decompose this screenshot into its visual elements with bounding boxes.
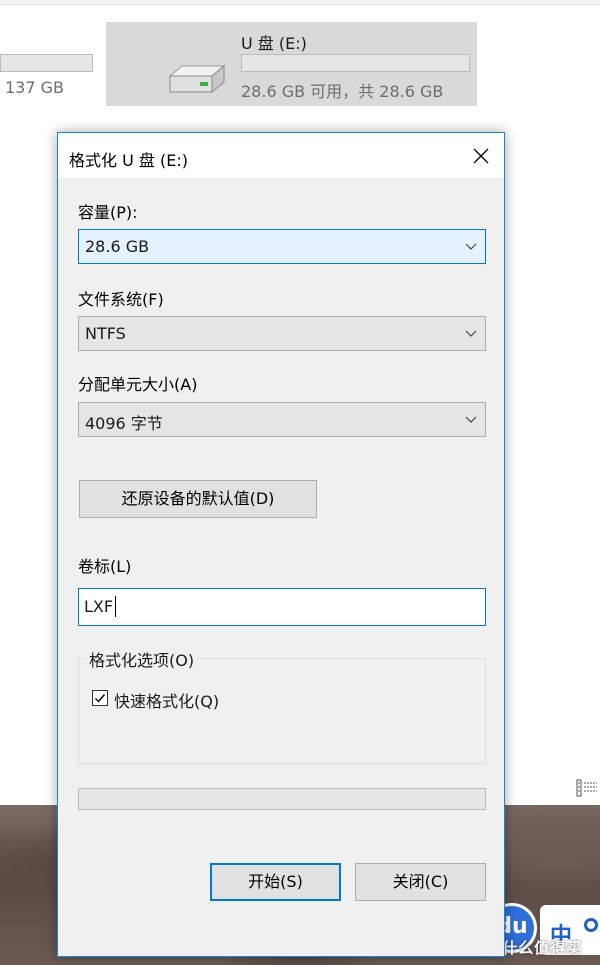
capacity-value: 28.6 GB — [85, 237, 150, 256]
allocation-select[interactable]: 4096 字节 — [78, 402, 486, 437]
close-dialog-button[interactable]: 关闭(C) — [355, 863, 486, 901]
volume-label-value: LXF — [84, 597, 114, 616]
dialog-titlebar[interactable]: 格式化 U 盘 (E:) — [58, 133, 504, 178]
hard-drive-icon — [168, 64, 226, 94]
volume-label-input[interactable]: LXF — [78, 588, 486, 626]
start-button[interactable]: 开始(S) — [210, 863, 341, 901]
drive-tile-e[interactable]: U 盘 (E:) 28.6 GB 可用，共 28.6 GB — [106, 22, 477, 106]
close-icon — [473, 148, 489, 163]
capacity-label: 容量(P): — [78, 203, 138, 222]
chevron-down-icon — [465, 330, 477, 337]
drive-name: U 盘 (E:) — [241, 34, 307, 53]
volume-label-label: 卷标(L) — [78, 557, 132, 576]
dialog-title: 格式化 U 盘 (E:) — [69, 151, 188, 170]
text-caret — [115, 596, 116, 617]
checkmark-icon — [95, 694, 106, 703]
quick-format-label[interactable]: 快速格式化(Q) — [114, 688, 219, 712]
explorer-top-edge — [0, 0, 600, 5]
chevron-down-icon — [465, 416, 477, 423]
allocation-label: 分配单元大小(A) — [78, 375, 198, 394]
filesystem-label: 文件系统(F) — [78, 290, 164, 309]
ime-options-icon — [584, 918, 598, 932]
capacity-select[interactable]: 28.6 GB — [78, 229, 486, 264]
chevron-down-icon — [465, 243, 477, 250]
format-progress-bar — [78, 788, 486, 810]
format-options-title: 格式化选项(O) — [86, 647, 198, 671]
view-toggle-icon[interactable] — [576, 778, 598, 798]
other-drive-size: 137 GB — [5, 78, 64, 97]
quick-format-checkbox[interactable] — [92, 690, 108, 706]
restore-defaults-button[interactable]: 还原设备的默认值(D) — [79, 480, 317, 518]
filesystem-select[interactable]: NTFS — [78, 316, 486, 351]
other-drive-usage-bar — [0, 54, 93, 72]
close-button[interactable] — [458, 133, 504, 178]
filesystem-value: NTFS — [85, 324, 126, 343]
drive-free-space: 28.6 GB 可用，共 28.6 GB — [241, 82, 444, 101]
drive-usage-bar — [241, 54, 470, 72]
format-dialog: 格式化 U 盘 (E:) 容量(P): 28.6 GB 文件系统(F) NTFS… — [57, 132, 505, 957]
allocation-value: 4096 字节 — [85, 414, 163, 433]
